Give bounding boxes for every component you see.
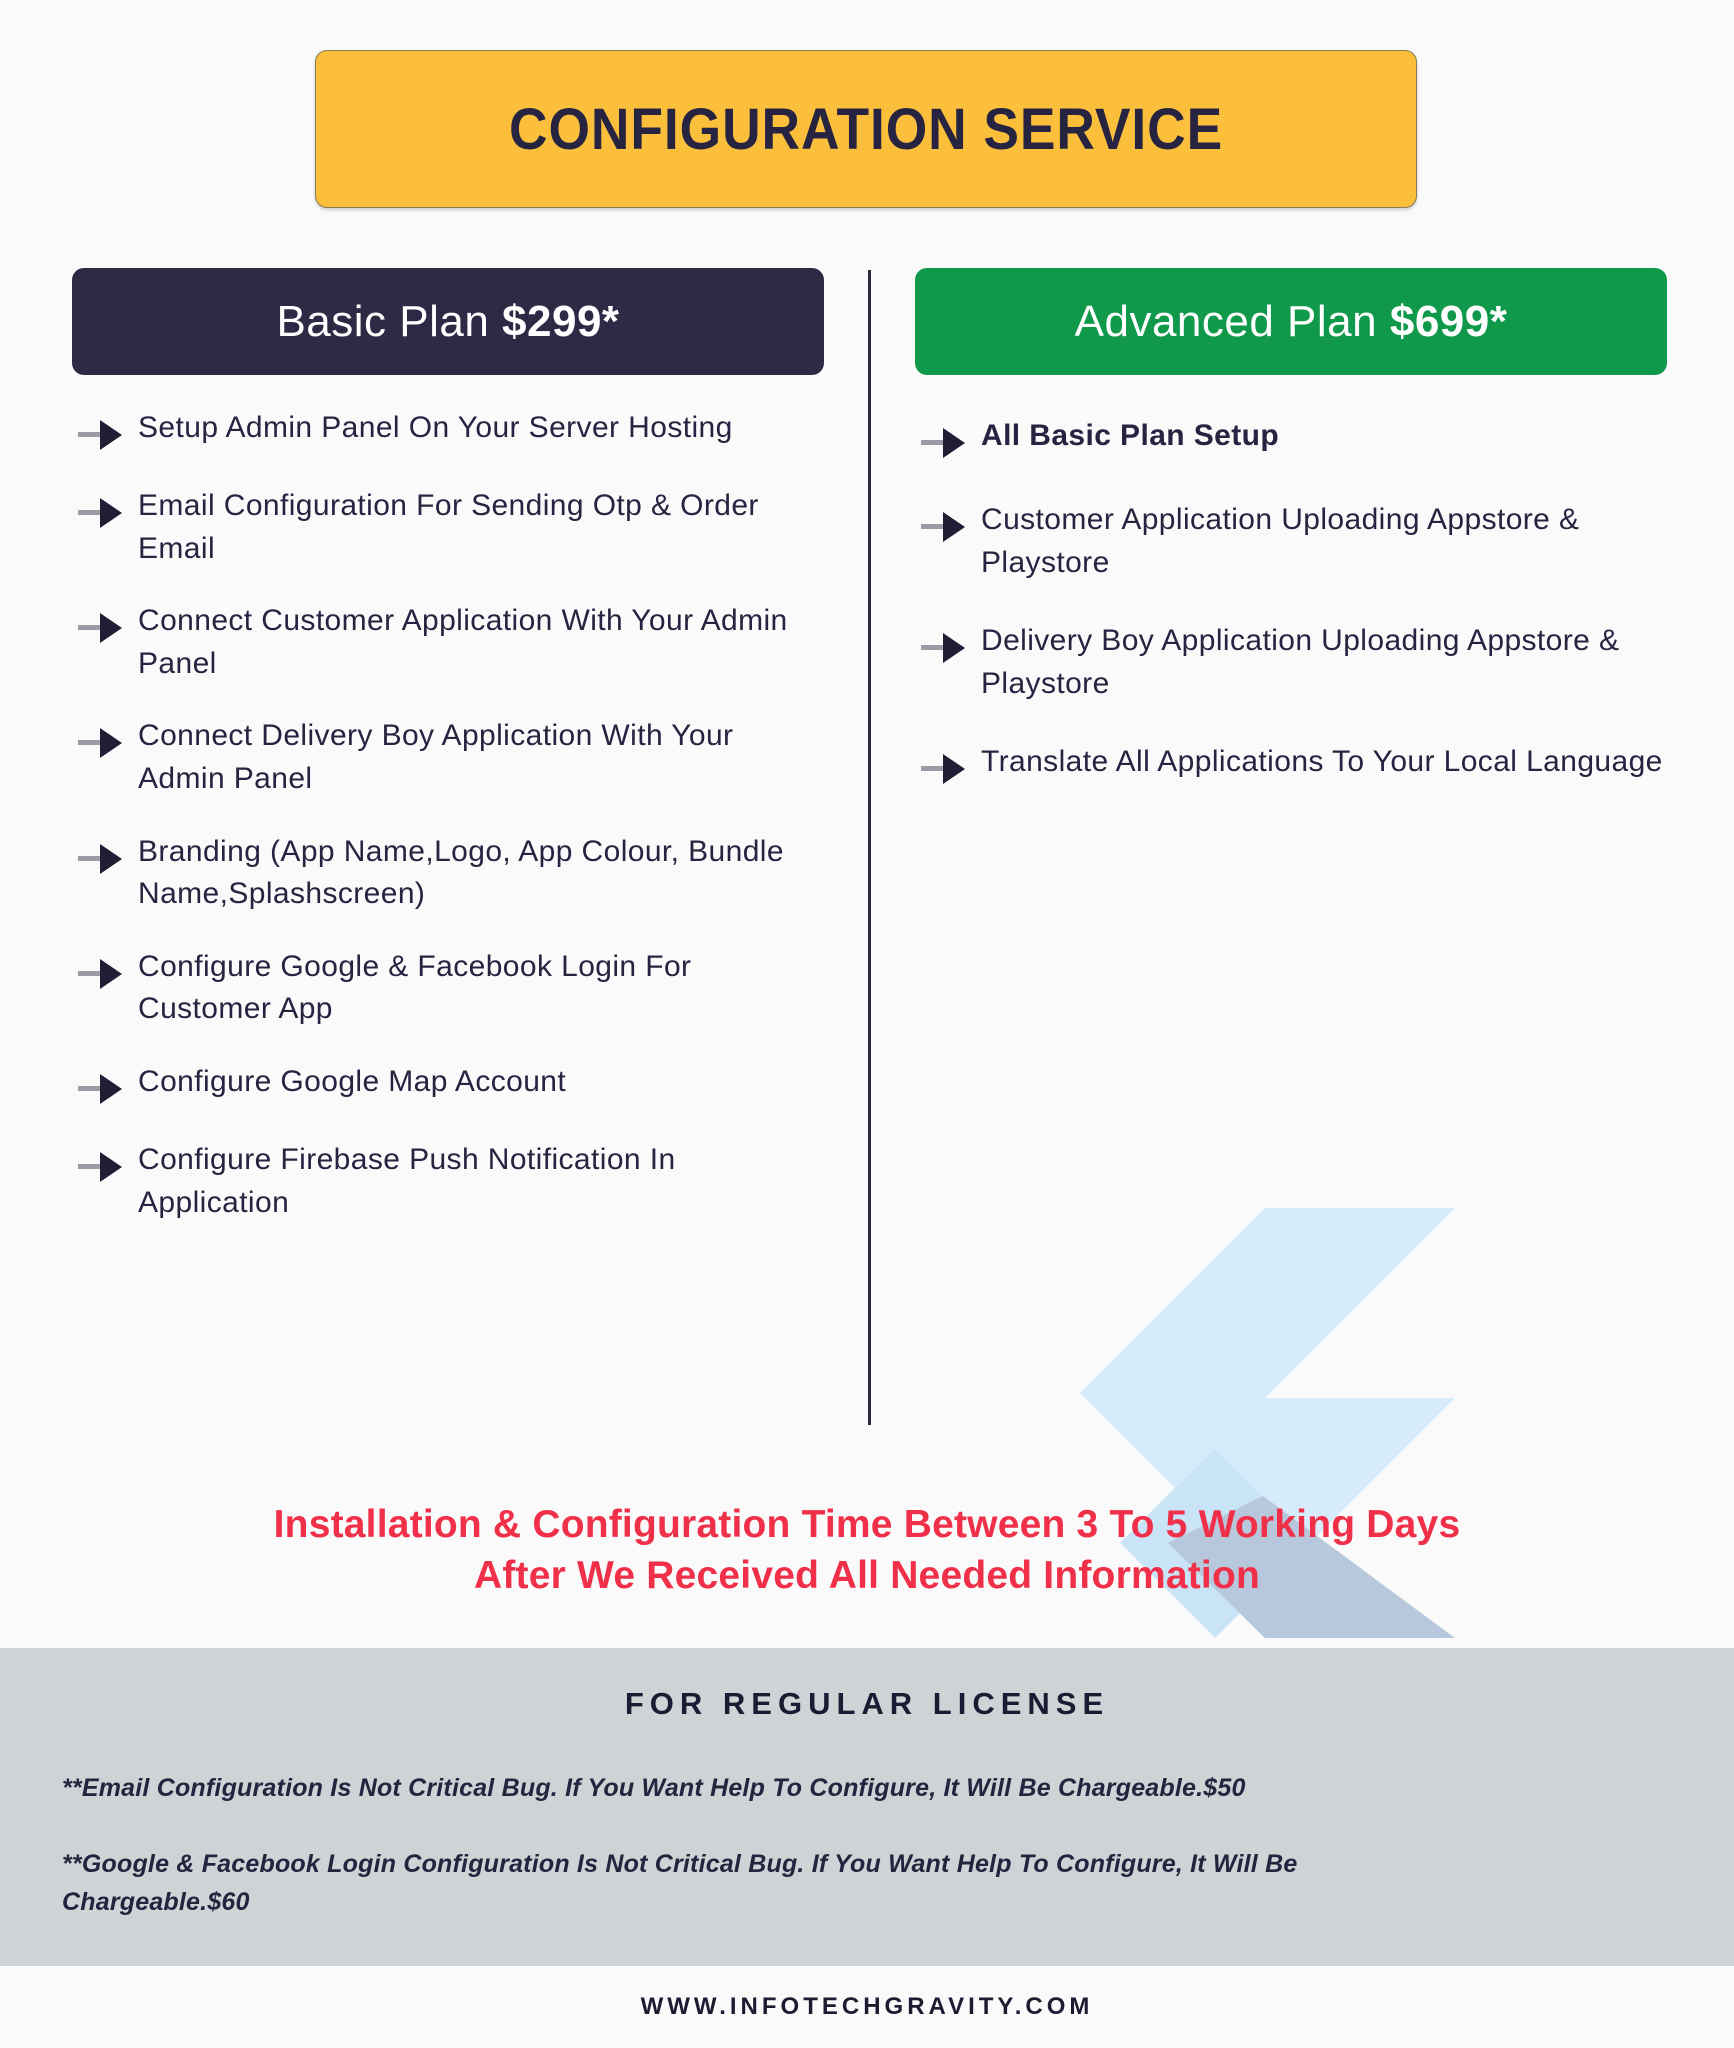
feature-label: All Basic Plan Setup (981, 419, 1280, 452)
basic-plan-price: $299* (502, 296, 620, 346)
page-title: CONFIGURATION SERVICE (508, 96, 1224, 162)
feature-label: Connect Customer Application With Your A… (138, 604, 788, 680)
plans-section: Basic Plan $299* Setup Admin Panel On Yo… (0, 268, 1734, 1638)
advanced-plan-title: Advanced Plan $699* (1075, 297, 1508, 347)
arrow-right-icon (78, 1069, 124, 1109)
feature-label: Setup Admin Panel On Your Server Hosting (138, 411, 733, 444)
advanced-plan-price: $699* (1389, 296, 1508, 346)
basic-plan-header: Basic Plan $299* (72, 268, 824, 375)
basic-plan-title: Basic Plan $299* (276, 297, 619, 347)
list-item: Configure Google Map Account (72, 1061, 824, 1109)
list-item: Email Configuration For Sending Otp & Or… (72, 485, 824, 570)
arrow-right-icon (78, 1147, 124, 1187)
feature-label: Email Configuration For Sending Otp & Or… (138, 489, 759, 565)
feature-label: Configure Google Map Account (138, 1064, 567, 1098)
license-note-email-text: **Email Configuration Is Not Critical Bu… (62, 1774, 1204, 1802)
arrow-right-icon (78, 954, 124, 994)
advanced-feature-list: All Basic Plan Setup Customer Applicatio… (915, 415, 1667, 789)
arrow-right-icon (78, 608, 124, 648)
advanced-plan-name: Advanced Plan (1074, 296, 1390, 346)
basic-plan-column: Basic Plan $299* Setup Admin Panel On Yo… (72, 268, 824, 1224)
website-url[interactable]: WWW.INFOTECHGRAVITY.COM (641, 1993, 1094, 2021)
list-item: Customer Application Uploading Appstore … (915, 499, 1667, 584)
list-item: Configure Google & Facebook Login For Cu… (72, 946, 824, 1031)
arrow-right-icon (921, 507, 967, 547)
list-item: Configure Firebase Push Notification In … (72, 1139, 824, 1224)
list-item: Connect Customer Application With Your A… (72, 600, 824, 685)
list-item: Setup Admin Panel On Your Server Hosting (72, 407, 824, 455)
column-divider (868, 270, 871, 1425)
arrow-right-icon (921, 423, 967, 463)
feature-label: Translate All Applications To Your Local… (981, 745, 1663, 779)
feature-label: Configure Firebase Push Notification In … (138, 1142, 676, 1219)
footer: WWW.INFOTECHGRAVITY.COM (0, 1966, 1734, 2048)
feature-label: Configure Google & Facebook Login For Cu… (138, 949, 692, 1026)
list-item: Connect Delivery Boy Application With Yo… (72, 715, 824, 800)
license-note-email-price: $50 (1203, 1774, 1246, 1802)
list-item: All Basic Plan Setup (915, 415, 1667, 463)
feature-label: Customer Application Uploading Appstore … (981, 503, 1580, 579)
arrow-right-icon (78, 839, 124, 879)
pricing-infographic: CONFIGURATION SERVICE Basic Plan $299* S… (0, 0, 1734, 2048)
arrow-right-icon (921, 628, 967, 668)
license-note-social-login-price: $60 (207, 1887, 250, 1916)
list-item: Delivery Boy Application Uploading Appst… (915, 620, 1667, 705)
feature-label: Connect Delivery Boy Application With Yo… (138, 719, 734, 795)
notice-line-1: Installation & Configuration Time Betwee… (273, 1503, 1461, 1546)
list-item: Branding (App Name,Logo, App Colour, Bun… (72, 831, 824, 916)
basic-plan-name: Basic Plan (276, 296, 503, 346)
basic-feature-list: Setup Admin Panel On Your Server Hosting… (72, 407, 824, 1224)
license-note-social-login: **Google & Facebook Login Configuration … (62, 1846, 1462, 1921)
feature-label: Branding (App Name,Logo, App Colour, Bun… (138, 834, 784, 911)
page-title-banner: CONFIGURATION SERVICE (315, 50, 1417, 208)
advanced-plan-header: Advanced Plan $699* (915, 268, 1667, 375)
license-note-email: **Email Configuration Is Not Critical Bu… (62, 1770, 1662, 1808)
advanced-plan-column: Advanced Plan $699* All Basic Plan Setup… (915, 268, 1667, 825)
notice-line-2: After We Received All Needed Information (473, 1553, 1260, 1597)
feature-label: Delivery Boy Application Uploading Appst… (981, 624, 1620, 700)
arrow-right-icon (78, 493, 124, 533)
license-title: FOR REGULAR LICENSE (624, 1686, 1110, 1721)
list-item: Translate All Applications To Your Local… (915, 741, 1667, 789)
arrow-right-icon (78, 723, 124, 763)
arrow-right-icon (921, 749, 967, 789)
installation-time-notice: Installation & Configuration Time Betwee… (0, 1500, 1734, 1601)
arrow-right-icon (78, 415, 124, 455)
license-section: FOR REGULAR LICENSE **Email Configuratio… (0, 1648, 1734, 1966)
